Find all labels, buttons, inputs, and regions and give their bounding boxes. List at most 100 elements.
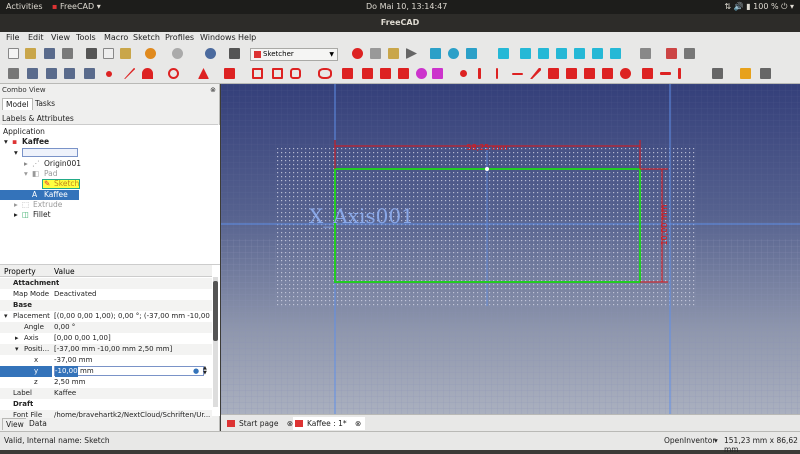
menu-sketch[interactable]: Sketch bbox=[133, 33, 160, 42]
circle-icon[interactable] bbox=[168, 68, 179, 79]
constrain-horizontal-distance-icon[interactable] bbox=[660, 72, 671, 75]
constrain-symmetric-icon[interactable] bbox=[602, 68, 613, 79]
menu-windows[interactable]: Windows bbox=[200, 33, 236, 42]
tab-view[interactable]: View bbox=[2, 418, 28, 430]
property-column-header[interactable]: Property bbox=[4, 267, 36, 276]
macros-icon[interactable] bbox=[388, 48, 399, 59]
tree-row-fillet[interactable]: ▸ ◫ Fillet bbox=[0, 210, 220, 220]
constrain-point-on-object-icon[interactable] bbox=[478, 68, 481, 79]
menu-help[interactable]: Help bbox=[238, 33, 256, 42]
save-icon[interactable] bbox=[44, 48, 55, 59]
expand-arrow-icon[interactable]: ▾ bbox=[4, 311, 8, 322]
whats-this-icon[interactable] bbox=[229, 48, 240, 59]
close-icon[interactable]: ⊗ bbox=[210, 84, 216, 97]
3d-viewport[interactable]: 58,25 mm 10,00 mm X_Axis001 bbox=[221, 84, 800, 414]
top-view-icon[interactable] bbox=[538, 48, 549, 59]
tab-model[interactable]: Model bbox=[2, 98, 33, 110]
prop-row-map-mode[interactable]: Map Mode Deactivated bbox=[0, 289, 212, 300]
view-sketch-icon[interactable] bbox=[8, 68, 19, 79]
prop-row-placement[interactable]: ▾ Placement [(0,00 0,00 1,00); 0,00 °; (… bbox=[0, 311, 212, 322]
expand-arrow-icon[interactable]: ▸ bbox=[24, 159, 28, 169]
bspline-icon[interactable] bbox=[224, 68, 235, 79]
constrain-vertical-distance-icon[interactable] bbox=[678, 68, 681, 79]
activities-button[interactable]: Activities bbox=[6, 2, 43, 11]
constrain-parallel-icon[interactable] bbox=[530, 68, 541, 79]
left-view-icon[interactable] bbox=[610, 48, 621, 59]
construction-mode-icon[interactable] bbox=[432, 68, 443, 79]
fit-selection-icon[interactable] bbox=[448, 48, 459, 59]
polyline-icon[interactable] bbox=[252, 68, 263, 79]
dimension-label-vertical[interactable]: 10,00 mm bbox=[660, 204, 669, 245]
menu-edit[interactable]: Edit bbox=[28, 33, 44, 42]
print-icon[interactable] bbox=[62, 48, 73, 59]
right-view-icon[interactable] bbox=[556, 48, 567, 59]
constrain-vertical-icon[interactable] bbox=[496, 68, 498, 79]
record-macro-icon[interactable] bbox=[352, 48, 363, 59]
prop-row-z[interactable]: z 2,50 mm bbox=[0, 377, 212, 388]
bottom-view-icon[interactable] bbox=[592, 48, 603, 59]
front-view-icon[interactable] bbox=[520, 48, 531, 59]
prop-row-label[interactable]: Label Kaffee bbox=[0, 388, 212, 399]
tree-row-body[interactable]: ▾ bbox=[0, 148, 220, 158]
expand-arrow-icon[interactable]: ▸ bbox=[15, 333, 19, 344]
scrollbar-thumb[interactable] bbox=[213, 281, 218, 341]
menu-profiles[interactable]: Profiles bbox=[165, 33, 194, 42]
constrain-coincident-icon[interactable] bbox=[460, 70, 467, 77]
prop-row-x[interactable]: x -37,00 mm bbox=[0, 355, 212, 366]
measure-distance-icon[interactable] bbox=[640, 48, 651, 59]
rear-view-icon[interactable] bbox=[574, 48, 585, 59]
conic-icon[interactable] bbox=[198, 68, 209, 79]
sketch-tools-icon[interactable] bbox=[760, 68, 771, 79]
expand-arrow-icon[interactable]: ▾ bbox=[14, 148, 18, 158]
expand-arrow-icon[interactable]: ▾ bbox=[24, 169, 28, 179]
system-tray[interactable]: ⇅ 🔊 ▮ 100 % ⏻ ▾ bbox=[724, 2, 794, 12]
value-column-header[interactable]: Value bbox=[54, 267, 75, 276]
group-attachment[interactable]: Attachment bbox=[0, 278, 212, 289]
fillet-icon[interactable] bbox=[342, 68, 353, 79]
sketch-canvas[interactable]: 58,25 mm 10,00 mm X_Axis001 bbox=[221, 84, 800, 414]
leave-sketch-icon[interactable] bbox=[27, 68, 38, 79]
prop-row-position[interactable]: ▾ Positi... [-37,00 mm -10,00 mm 2,50 mm… bbox=[0, 344, 212, 355]
view-section-icon[interactable] bbox=[46, 68, 57, 79]
isometric-view-icon[interactable] bbox=[498, 48, 509, 59]
expression-icon[interactable]: ● bbox=[193, 366, 199, 377]
property-scrollbar[interactable] bbox=[213, 277, 218, 407]
expand-arrow-icon[interactable]: ▾ bbox=[15, 344, 19, 355]
dimension-label-horizontal[interactable]: 58,25 mm bbox=[466, 143, 507, 152]
execute-macro-icon[interactable] bbox=[406, 48, 417, 59]
open-folder-icon[interactable] bbox=[25, 48, 36, 59]
tree-row-extrude[interactable]: ▸ ⬚ Extrude bbox=[0, 200, 220, 210]
constrain-block-icon[interactable] bbox=[620, 68, 631, 79]
polygon-icon[interactable] bbox=[290, 68, 301, 79]
new-document-icon[interactable] bbox=[8, 48, 19, 59]
workbench-selector[interactable]: Sketcher ▼ bbox=[250, 48, 338, 61]
tab-kaffee-document[interactable]: Kaffee : 1* ⊗ bbox=[293, 417, 366, 430]
app-menu-button[interactable]: ▪ FreeCAD ▾ bbox=[52, 2, 101, 11]
fit-all-icon[interactable] bbox=[430, 48, 441, 59]
menu-macro[interactable]: Macro bbox=[104, 33, 128, 42]
external-geometry-icon[interactable] bbox=[398, 68, 409, 79]
rectangle-icon[interactable] bbox=[272, 68, 283, 79]
navigation-style[interactable]: OpenInventor bbox=[664, 436, 715, 445]
constrain-horizontal-icon[interactable] bbox=[512, 73, 523, 75]
tree-row-pad[interactable]: ▾ ◧ Pad bbox=[0, 169, 220, 179]
validate-sketch-icon[interactable] bbox=[740, 68, 751, 79]
undo-icon[interactable] bbox=[145, 48, 156, 59]
trim-icon[interactable] bbox=[362, 68, 373, 79]
spin-arrows-icon[interactable]: ▲ ▼ bbox=[203, 366, 207, 376]
cut-icon[interactable] bbox=[86, 48, 97, 59]
redo-icon[interactable] bbox=[172, 48, 183, 59]
draw-style-icon[interactable] bbox=[466, 48, 477, 59]
group-icon[interactable] bbox=[684, 48, 695, 59]
map-sketch-icon[interactable] bbox=[64, 68, 75, 79]
close-icon[interactable]: ⊗ bbox=[355, 419, 361, 428]
prop-row-font-file[interactable]: Font File /home/bravehartk2/NextCloud/Sc… bbox=[0, 410, 212, 418]
constrain-equal-icon[interactable] bbox=[584, 68, 595, 79]
menu-tools[interactable]: Tools bbox=[76, 33, 96, 42]
tab-tasks[interactable]: Tasks bbox=[32, 98, 58, 110]
tree-row-origin[interactable]: ▸ ⋰ Origin001 bbox=[0, 159, 220, 169]
paste-icon[interactable] bbox=[120, 48, 131, 59]
constrain-perpendicular-icon[interactable] bbox=[548, 68, 559, 79]
arc-icon[interactable] bbox=[142, 68, 153, 79]
tree-row-sketch[interactable]: ✎ Sketch bbox=[0, 179, 220, 189]
